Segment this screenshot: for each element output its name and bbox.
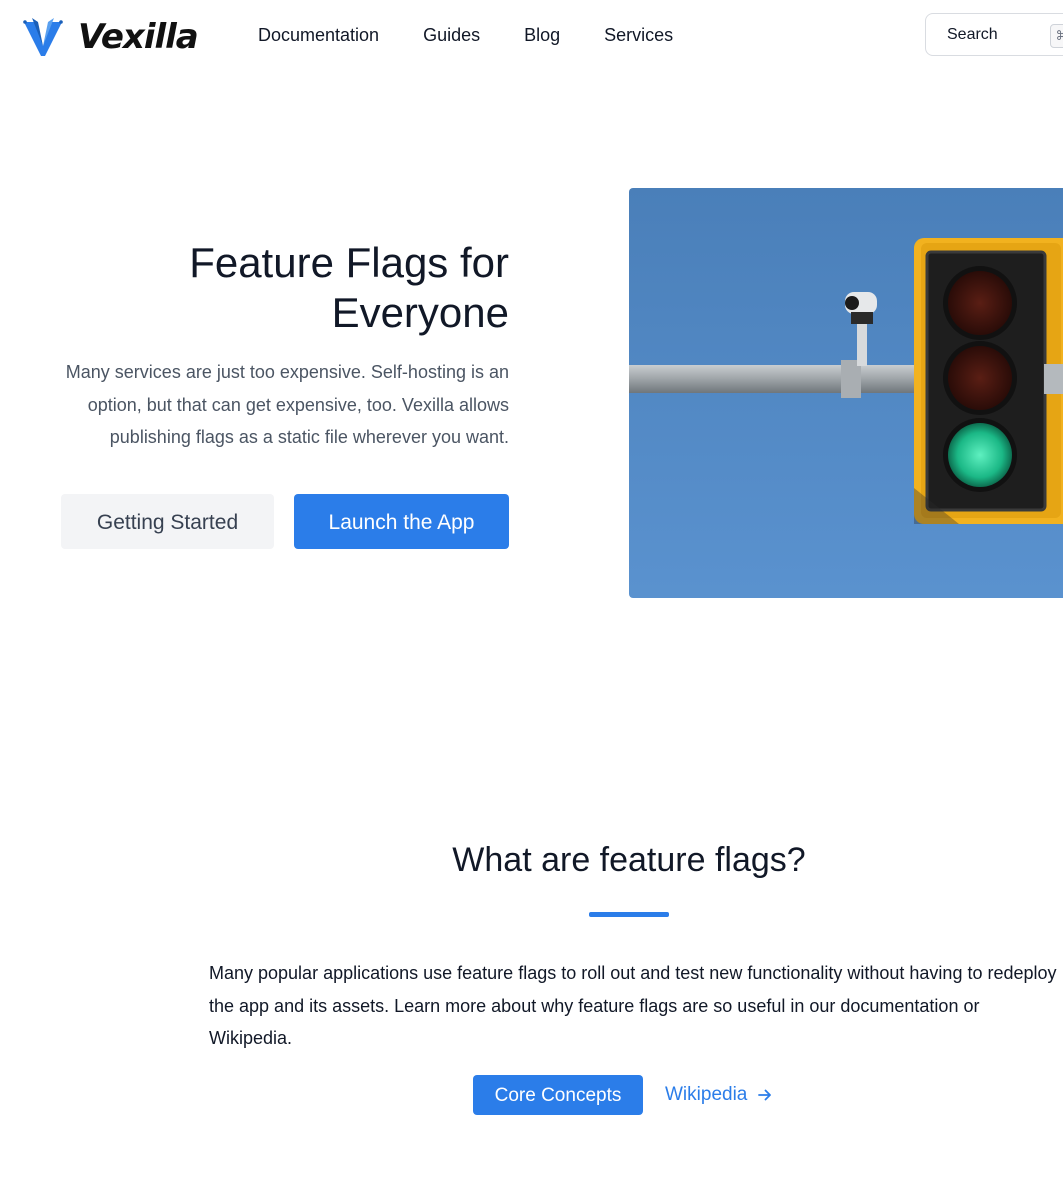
getting-started-button[interactable]: Getting Started: [61, 494, 274, 549]
section-divider: [589, 912, 669, 917]
core-concepts-button[interactable]: Core Concepts: [473, 1075, 643, 1115]
section-title: What are feature flags?: [452, 841, 806, 879]
traffic-light-image: [629, 188, 1063, 598]
hero-title: Feature Flags for Everyone: [49, 238, 509, 338]
hero-description: Many services are just too expensive. Se…: [65, 362, 509, 447]
section-text: Many popular applications use feature fl…: [209, 963, 1057, 1048]
logo[interactable]: Vexilla: [22, 16, 199, 58]
traffic-light-illustration: [629, 188, 1063, 598]
vexilla-v-logo-icon: [23, 18, 63, 56]
wikipedia-link[interactable]: Wikipedia: [665, 1082, 773, 1108]
arrow-right-icon: [758, 1089, 772, 1101]
main-nav: Documentation Guides Blog Services: [258, 24, 717, 46]
command-key-icon: ⌘: [1050, 24, 1063, 48]
wikipedia-link-label: Wikipedia: [665, 1084, 748, 1105]
nav-services[interactable]: Services: [604, 24, 673, 46]
hero-title-line2: Everyone: [331, 289, 509, 336]
nav-blog[interactable]: Blog: [524, 24, 560, 46]
hero-title-line1: Feature Flags for: [189, 239, 509, 286]
launch-app-button[interactable]: Launch the App: [294, 494, 509, 549]
search-label: Search: [947, 26, 998, 43]
nav-documentation[interactable]: Documentation: [258, 24, 379, 46]
logo-text: Vexilla: [78, 17, 199, 57]
site-header: Vexilla Documentation Guides Blog Servic…: [0, 0, 1063, 72]
search-button[interactable]: Search ⌘: [925, 13, 1063, 56]
nav-guides[interactable]: Guides: [423, 24, 480, 46]
